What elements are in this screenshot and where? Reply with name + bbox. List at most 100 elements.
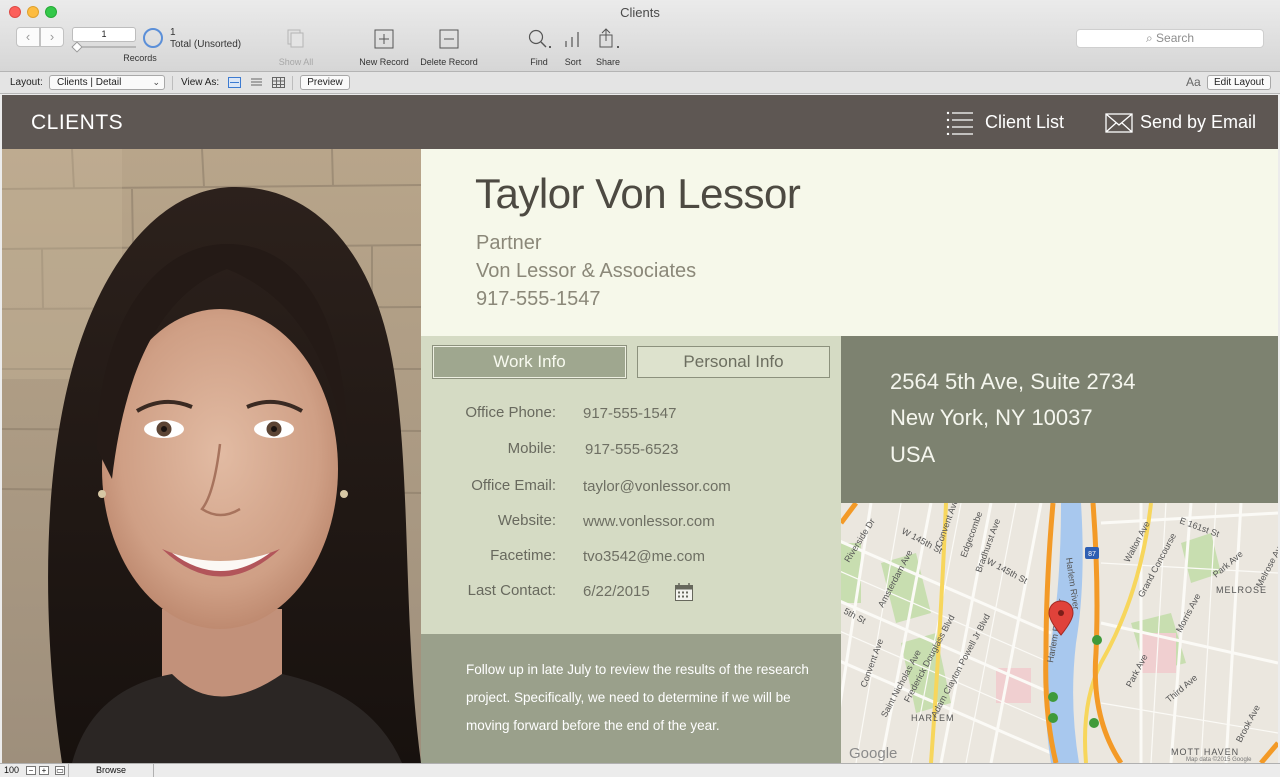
address-line-1[interactable]: 2564 5th Ave, Suite 2734 [890, 369, 1135, 395]
records-group: Records [112, 29, 168, 63]
show-all-label: Show All [278, 57, 314, 67]
address-map[interactable]: 87 Riverside Dr W 145th St W 145th St Am… [841, 503, 1278, 763]
app-window: Clients ‹ › 1 1 Total (Unsorted) Records… [0, 0, 1280, 777]
layout-select[interactable]: Clients | Detail ⌄ [49, 75, 165, 90]
tab-personal-info[interactable]: Personal Info [637, 346, 830, 378]
website-field[interactable]: www.vonlessor.com [583, 513, 715, 530]
title-bar: Clients ‹ › 1 1 Total (Unsorted) Records… [0, 0, 1280, 72]
divider [172, 76, 173, 90]
client-list-label: Client List [985, 112, 1065, 132]
delete-record-button[interactable]: Delete Record [417, 27, 481, 67]
map-label-harlem: HARLEM [911, 713, 955, 723]
minus-icon: − [28, 766, 34, 775]
portrait-image [2, 149, 421, 763]
new-record-button[interactable]: New Record [354, 27, 414, 67]
share-label: Share [595, 57, 621, 67]
website-label: Website: [497, 512, 556, 529]
google-logo: Google [849, 745, 897, 762]
notes-panel: Follow up in late July to review the res… [421, 634, 841, 763]
previous-record-button[interactable]: ‹ [16, 27, 40, 47]
facetime-label: Facetime: [490, 547, 556, 564]
map-image: 87 Riverside Dr W 145th St W 145th St Am… [841, 503, 1278, 763]
envelope-icon [1105, 113, 1133, 133]
last-contact-label: Last Contact: [467, 582, 556, 599]
form-view-icon[interactable] [228, 77, 241, 88]
new-record-label: New Record [359, 57, 409, 67]
divider [292, 76, 293, 90]
chevron-left-icon: ‹ [25, 29, 31, 44]
client-summary-panel: Taylor Von Lessor Partner Von Lessor & A… [421, 149, 1278, 336]
office-email-label: Office Email: [471, 477, 556, 494]
records-label: Records [123, 53, 157, 63]
show-all-button[interactable]: Show All [271, 27, 321, 67]
view-as-label: View As: [181, 77, 220, 88]
address-line-3[interactable]: USA [890, 442, 935, 468]
facetime-field[interactable]: tvo3542@me.com [583, 548, 705, 565]
mobile-label: Mobile: [507, 440, 556, 457]
list-icon [946, 111, 973, 135]
address-line-2[interactable]: New York, NY 10037 [890, 405, 1093, 431]
map-label-motthaven: MOTT HAVEN [1171, 747, 1239, 757]
share-button[interactable]: Share [591, 27, 625, 67]
window-title: Clients [620, 5, 660, 20]
share-icon [599, 28, 619, 48]
client-role[interactable]: Partner [476, 232, 542, 255]
preview-button[interactable]: Preview [300, 75, 350, 90]
office-email-field[interactable]: taylor@vonlessor.com [583, 478, 731, 495]
sort-button[interactable]: Sort [558, 27, 588, 67]
magnifier-icon [528, 29, 551, 48]
layout-header: CLIENTS Client List Send by Email [2, 95, 1278, 149]
address-panel: 2564 5th Ave, Suite 2734 New York, NY 10… [841, 336, 1278, 503]
tab-work-info[interactable]: Work Info [433, 346, 626, 378]
plus-icon: + [41, 766, 47, 775]
sort-label: Sort [564, 57, 582, 67]
status-bar: 100 − + ▭ Browse [0, 763, 1280, 777]
list-view-icon[interactable] [250, 77, 263, 88]
calendar-icon[interactable] [675, 583, 693, 601]
formatting-bar-icon[interactable]: Aa [1186, 75, 1201, 89]
mode-popup[interactable]: Browse [68, 764, 154, 777]
table-view-icon[interactable] [272, 77, 285, 88]
zoom-level[interactable]: 100 [4, 765, 19, 775]
last-contact-field[interactable]: 6/22/2015 [583, 583, 650, 600]
search-placeholder: Search [1156, 31, 1195, 45]
route-shield: 87 [1088, 551, 1096, 558]
delete-record-label: Delete Record [420, 57, 478, 67]
client-photo[interactable] [2, 149, 421, 763]
info-tab-panel: Work Info Personal Info Office Phone: 91… [421, 336, 841, 634]
delete-record-icon [439, 29, 459, 49]
layout-label: Layout: [10, 77, 43, 88]
zoom-out-button[interactable]: − [26, 766, 36, 775]
map-credit: Map data ©2015 Google [1186, 756, 1252, 763]
notes-field[interactable]: Follow up in late July to review the res… [466, 656, 826, 740]
client-phone[interactable]: 917-555-1547 [476, 288, 601, 311]
map-label-melrose: MELROSE [1216, 585, 1267, 595]
layout-content: CLIENTS Client List Send by Email Taylor… [2, 95, 1278, 763]
office-phone-field[interactable]: 917-555-1547 [583, 405, 676, 422]
toolbar-toggle-icon: ▭ [56, 766, 64, 775]
edit-layout-button[interactable]: Edit Layout [1207, 75, 1271, 90]
chevron-right-icon: › [49, 29, 55, 44]
show-all-icon [287, 29, 304, 48]
office-phone-label: Office Phone: [465, 404, 556, 421]
page-title: CLIENTS [31, 111, 124, 134]
search-icon: ⌕ [1145, 31, 1153, 45]
zoom-in-button[interactable]: + [39, 766, 49, 775]
select-arrow-icon: ⌄ [152, 77, 160, 87]
search-field[interactable]: ⌕ Search [1076, 29, 1264, 48]
record-slider-handle[interactable] [71, 41, 83, 53]
record-count: 1 [170, 27, 176, 38]
toolbar-toggle-button[interactable]: ▭ [55, 766, 65, 775]
record-total-label: Total (Unsorted) [170, 39, 242, 50]
client-company[interactable]: Von Lessor & Associates [476, 260, 696, 283]
send-by-email-label: Send by Email [1140, 112, 1257, 132]
sort-icon [565, 32, 579, 47]
layout-bar: Layout: Clients | Detail ⌄ View As: Prev… [0, 72, 1280, 94]
new-record-icon [374, 29, 394, 49]
mobile-field[interactable]: 917-555-6523 [585, 441, 678, 458]
client-name[interactable]: Taylor Von Lessor [475, 170, 801, 218]
next-record-button[interactable]: › [40, 27, 64, 47]
find-button[interactable]: Find [521, 27, 557, 67]
find-label: Find [530, 57, 548, 67]
layout-select-value: Clients | Detail [57, 77, 122, 88]
